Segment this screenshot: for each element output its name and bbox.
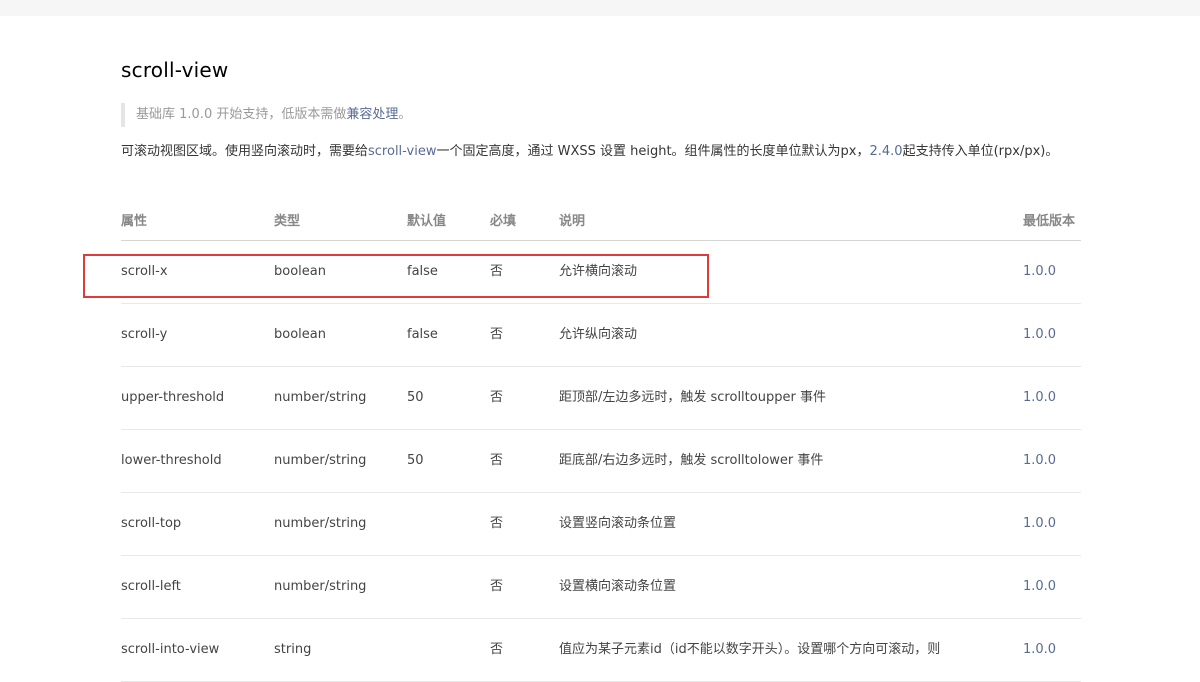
compat-link[interactable]: 兼容处理: [346, 107, 398, 122]
cell-version: 1.0.0: [1023, 492, 1081, 556]
cell-type: boolean: [274, 303, 407, 367]
desc-text-2: 一个固定高度，通过 WXSS 设置 height。组件属性的长度单位默认为px，: [436, 144, 870, 159]
desc-text-3: 起支持传入单位(rpx/px)。: [902, 144, 1059, 159]
cell-default: 50: [407, 429, 490, 493]
cell-default: 50: [407, 366, 490, 430]
cell-attr: scroll-into-view: [121, 618, 274, 682]
cell-default: false: [407, 240, 490, 304]
cell-default: [407, 555, 490, 619]
cell-version: 1.0.0: [1023, 303, 1081, 367]
top-bar: [0, 0, 1200, 16]
table-row: scroll-into-view string 否 值应为某子元素id（id不能…: [121, 618, 1081, 682]
cell-attr: scroll-top: [121, 492, 274, 556]
cell-attr: scroll-y: [121, 303, 274, 367]
cell-type: number/string: [274, 366, 407, 430]
cell-type: string: [274, 618, 407, 682]
header-attr: 属性: [121, 198, 274, 241]
header-required: 必填: [490, 198, 559, 241]
cell-attr: scroll-x: [121, 240, 274, 304]
table-row: upper-threshold number/string 50 否 距顶部/左…: [121, 366, 1081, 430]
cell-desc: 距底部/右边多远时，触发 scrolltolower 事件: [559, 429, 1023, 493]
table-row: lower-threshold number/string 50 否 距底部/右…: [121, 429, 1081, 493]
properties-table: 属性 类型 默认值 必填 说明 最低版本 scroll-x boolean fa…: [121, 198, 1081, 682]
version-note-suffix: 。: [398, 107, 412, 122]
cell-desc: 设置竖向滚动条位置: [559, 492, 1023, 556]
cell-desc: 设置横向滚动条位置: [559, 555, 1023, 619]
version-note-text: 基础库 1.0.0 开始支持，低版本需做: [136, 107, 347, 122]
cell-required: 否: [490, 618, 559, 682]
cell-required: 否: [490, 429, 559, 493]
version-link[interactable]: 2.4.0: [870, 144, 903, 159]
cell-type: boolean: [274, 240, 407, 304]
cell-required: 否: [490, 366, 559, 430]
cell-type: number/string: [274, 492, 407, 556]
table-row: scroll-y boolean false 否 允许纵向滚动 1.0.0: [121, 303, 1081, 367]
header-description: 说明: [559, 198, 1023, 241]
cell-type: number/string: [274, 429, 407, 493]
table-row: scroll-left number/string 否 设置横向滚动条位置 1.…: [121, 555, 1081, 619]
version-note: 基础库 1.0.0 开始支持，低版本需做兼容处理。: [121, 103, 721, 127]
header-type: 类型: [274, 198, 407, 241]
cell-default: [407, 492, 490, 556]
cell-default: false: [407, 303, 490, 367]
cell-desc: 允许横向滚动: [559, 240, 1023, 304]
table-header-row: 属性 类型 默认值 必填 说明 最低版本: [121, 198, 1081, 241]
cell-required: 否: [490, 492, 559, 556]
cell-version: 1.0.0: [1023, 429, 1081, 493]
table-row: scroll-top number/string 否 设置竖向滚动条位置 1.0…: [121, 492, 1081, 556]
header-min-version: 最低版本: [1023, 198, 1081, 241]
header-default: 默认值: [407, 198, 490, 241]
cell-version: 1.0.0: [1023, 366, 1081, 430]
cell-desc: 值应为某子元素id（id不能以数字开头）。设置哪个方向可滚动，则: [559, 618, 1023, 682]
cell-version: 1.0.0: [1023, 555, 1081, 619]
cell-type: number/string: [274, 555, 407, 619]
cell-attr: scroll-left: [121, 555, 274, 619]
scroll-view-link[interactable]: scroll-view: [368, 144, 436, 159]
cell-attr: lower-threshold: [121, 429, 274, 493]
cell-desc: 距顶部/左边多远时，触发 scrolltoupper 事件: [559, 366, 1023, 430]
cell-version: 1.0.0: [1023, 240, 1081, 304]
cell-desc: 允许纵向滚动: [559, 303, 1023, 367]
cell-default: [407, 618, 490, 682]
cell-attr: upper-threshold: [121, 366, 274, 430]
cell-required: 否: [490, 555, 559, 619]
cell-required: 否: [490, 240, 559, 304]
page-title: scroll-view: [121, 58, 229, 82]
cell-required: 否: [490, 303, 559, 367]
component-description: 可滚动视图区域。使用竖向滚动时，需要给scroll-view一个固定高度，通过 …: [121, 141, 1081, 162]
desc-text-1: 可滚动视图区域。使用竖向滚动时，需要给: [121, 144, 369, 159]
cell-version: 1.0.0: [1023, 618, 1081, 682]
table-row: scroll-x boolean false 否 允许横向滚动 1.0.0: [121, 240, 1081, 304]
